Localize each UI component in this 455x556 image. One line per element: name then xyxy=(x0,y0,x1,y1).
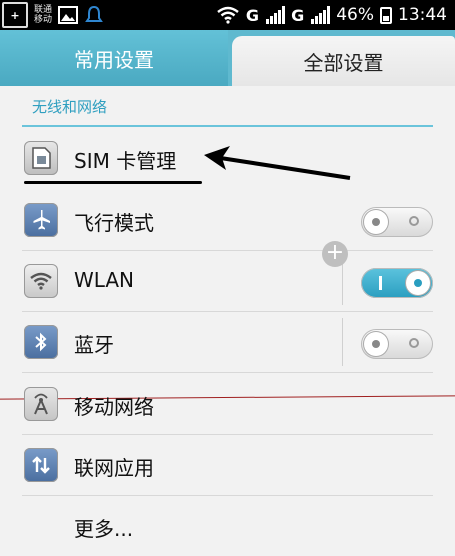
list-item-networked-apps[interactable]: 联网应用 xyxy=(22,435,433,496)
battery-percent: 46% xyxy=(336,5,374,25)
section-divider xyxy=(22,125,433,127)
bluetooth-label: 蓝牙 xyxy=(74,333,114,357)
status-bar: + 联通 移动 G G 46% 13:44 xyxy=(0,0,455,30)
carrier-info: 联通 移动 xyxy=(34,5,52,25)
carrier-badge-icon: + xyxy=(2,2,28,28)
bluetooth-icon xyxy=(24,325,58,359)
airplane-mode-label: 飞行模式 xyxy=(74,211,154,235)
data-transfer-icon xyxy=(24,448,58,482)
carrier-line-1: 联通 xyxy=(34,5,53,15)
battery-icon xyxy=(380,6,392,24)
list-item-bluetooth[interactable]: 蓝牙 xyxy=(22,312,433,373)
annotation-arrow-icon xyxy=(204,146,351,180)
divider xyxy=(342,318,343,366)
list-item-more[interactable]: 更多... xyxy=(22,496,433,556)
network-type-2: G xyxy=(291,5,305,25)
list-item-wlan[interactable]: WLAN xyxy=(22,251,433,312)
tab-common-settings[interactable]: 常用设置 xyxy=(0,30,228,86)
more-label: 更多... xyxy=(74,517,134,541)
sim-management-label: SIM 卡管理 xyxy=(74,149,177,173)
bluetooth-toggle[interactable] xyxy=(361,329,433,359)
tab-bar: 常用设置 全部设置 xyxy=(0,30,455,86)
sim-card-icon xyxy=(24,141,58,175)
section-header-wireless: 无线和网络 xyxy=(32,98,108,116)
list-item-mobile-network[interactable]: 移动网络 xyxy=(22,374,433,435)
wifi-icon xyxy=(217,6,239,24)
wlan-toggle[interactable] xyxy=(361,268,433,298)
signal-icon xyxy=(266,6,286,24)
mobile-network-label: 移动网络 xyxy=(74,395,154,419)
antenna-icon xyxy=(24,387,58,421)
tab-all-settings[interactable]: 全部设置 xyxy=(232,36,455,86)
carrier-line-2: 移动 xyxy=(34,15,53,25)
networked-apps-label: 联网应用 xyxy=(74,456,154,480)
airplane-mode-toggle[interactable] xyxy=(361,207,433,237)
clock: 13:44 xyxy=(398,5,447,25)
annotation-underline xyxy=(24,181,202,184)
notification-bell-icon xyxy=(85,5,103,22)
network-type-1: G xyxy=(245,5,260,25)
add-button[interactable]: + xyxy=(322,241,348,267)
status-right: G G 46% 13:44 xyxy=(216,0,447,30)
signal-icon-2 xyxy=(311,6,331,24)
wlan-label: WLAN xyxy=(74,268,135,292)
status-left: + 联通 移动 xyxy=(2,1,104,29)
list-item-airplane-mode[interactable]: 飞行模式 xyxy=(22,190,433,251)
airplane-icon xyxy=(24,203,58,237)
image-icon xyxy=(58,6,79,24)
wifi-icon xyxy=(24,264,58,298)
